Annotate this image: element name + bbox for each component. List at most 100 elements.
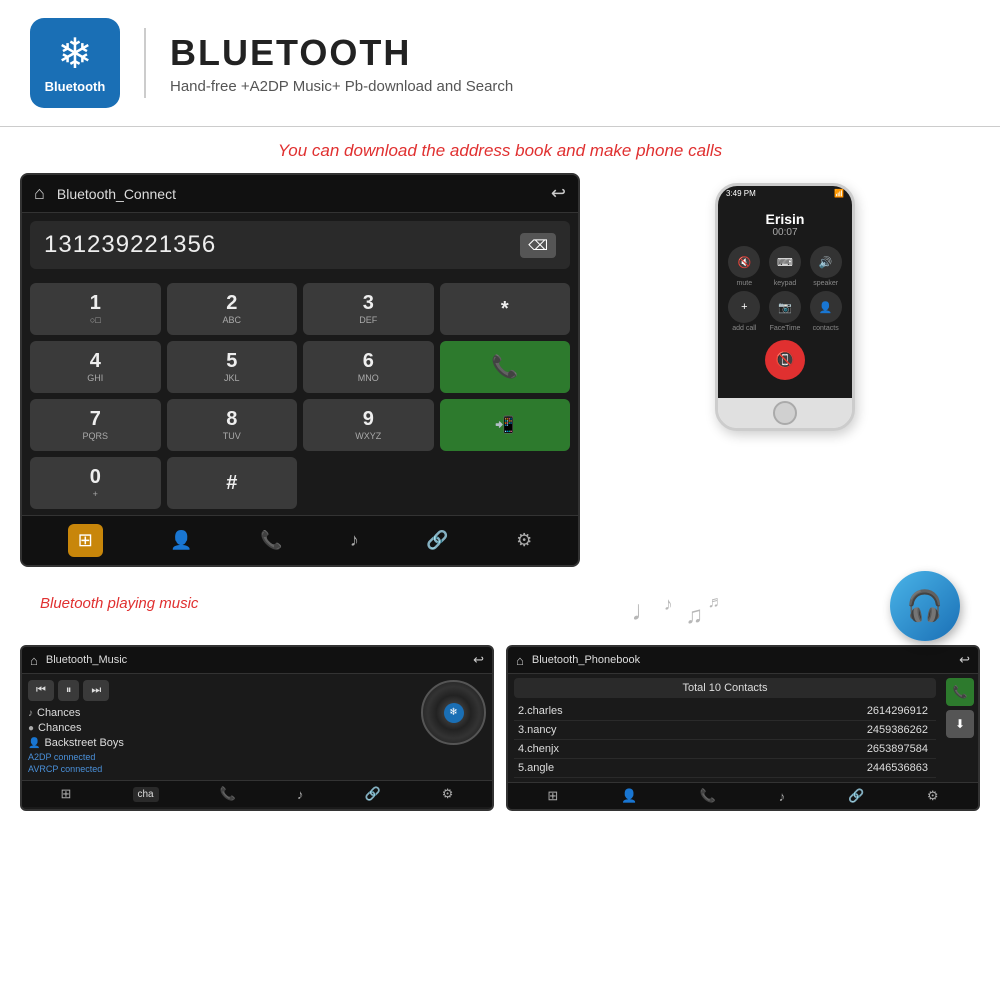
nav-music-icon[interactable]: ♪ [350, 530, 359, 551]
phonebook-title: Bluetooth_Phonebook [532, 654, 959, 666]
nav-grid-icon[interactable]: ⊞ [68, 524, 103, 557]
play-pause-button[interactable]: ⏸ [58, 680, 80, 701]
header-text: BLUETOOTH Hand-free +A2DP Music+ Pb-down… [170, 32, 513, 95]
music-nav-link-icon[interactable]: 🔗 [365, 786, 381, 802]
key-1[interactable]: 1○□ [30, 283, 161, 335]
music-notes-decoration: ♩ ♪ ♫ ♬ [465, 590, 890, 622]
phonebook-screen-wrap: ⌂ Bluetooth_Phonebook ↩ Total 10 Contact… [506, 645, 980, 811]
vinyl-disc: ❄ [421, 680, 486, 745]
page-title: BLUETOOTH [170, 32, 513, 74]
music-search-input[interactable]: cha [133, 787, 159, 802]
bluetooth-logo: ❄ Bluetooth [30, 18, 120, 108]
pb-home-icon[interactable]: ⌂ [516, 653, 524, 668]
music-car-screen: ⌂ Bluetooth_Music ↩ ⏮ ⏸ ⏭ ♪ Chances [20, 645, 494, 811]
music-bottom-nav: ⊞ cha 📞 ♪ 🔗 ⚙ [22, 780, 492, 807]
pb-back-icon[interactable]: ↩ [959, 652, 970, 668]
contact-row-2[interactable]: 3.nancy 2459386262 [514, 721, 936, 740]
phone-home-bar [718, 398, 852, 428]
music-playback-controls: ⏮ ⏸ ⏭ [28, 680, 415, 701]
a2dp-status: A2DP connected [28, 752, 415, 762]
nav-link-icon[interactable]: 🔗 [426, 530, 448, 551]
music-screen-title: Bluetooth_Music [46, 654, 473, 666]
pb-nav-contact-icon[interactable]: 👤 [621, 788, 637, 804]
contact-row-4[interactable]: 5.angle 2446536863 [514, 759, 936, 778]
music-back-icon[interactable]: ↩ [473, 652, 484, 668]
key-0[interactable]: 0+ [30, 457, 161, 509]
key-6[interactable]: 6MNO [303, 341, 434, 393]
artist-name: Backstreet Boys [44, 737, 123, 749]
key-9[interactable]: 9WXYZ [303, 399, 434, 451]
screen-title: Bluetooth_Connect [57, 186, 551, 202]
next-button[interactable]: ⏭ [83, 680, 109, 701]
avrcp-status: AVRCP connected [28, 764, 415, 774]
phonebook-topbar: ⌂ Bluetooth_Phonebook ↩ [508, 647, 978, 674]
key-2[interactable]: 2ABC [167, 283, 298, 335]
prev-button[interactable]: ⏮ [28, 680, 54, 701]
phonebook-list: Total 10 Contacts 2.charles 2614296912 3… [508, 674, 942, 782]
phone-mockup: 3:49 PM 📶 Erisin 00:07 🔇mute ⌨keypad 🔊sp… [715, 183, 855, 431]
end-call-button[interactable]: 📵 [765, 340, 805, 380]
music-note-3-icon: ♫ [685, 602, 703, 630]
artist-row: 👤 Backstreet Boys [28, 737, 415, 749]
contacts-button[interactable]: 👤 [810, 291, 842, 323]
pb-nav-music-icon[interactable]: ♪ [779, 789, 786, 804]
contact-row-1[interactable]: 2.charles 2614296912 [514, 702, 936, 721]
key-star[interactable]: * [440, 283, 571, 335]
keypad-button[interactable]: ⌨ [769, 246, 801, 278]
nav-contact-icon[interactable]: 👤 [170, 530, 192, 551]
keypad: 1○□ 2ABC 3DEF * 4GHI 5JKL 6MNO 📞 7PQRS 8… [22, 277, 578, 515]
nav-settings-icon[interactable]: ⚙ [516, 530, 532, 551]
pb-nav-grid-icon[interactable]: ⊞ [547, 788, 558, 804]
call-button[interactable]: 📞 [440, 341, 571, 393]
music-home-icon[interactable]: ⌂ [30, 653, 38, 668]
call-timer: 00:07 [726, 227, 844, 238]
screen-topbar: ⌂ Bluetooth_Connect ↩ [22, 175, 578, 213]
phone-screen: Erisin 00:07 🔇mute ⌨keypad 🔊speaker +add… [718, 201, 852, 398]
pb-nav-settings-icon[interactable]: ⚙ [927, 788, 939, 804]
speaker-button[interactable]: 🔊 [810, 246, 842, 278]
phonebook-content-area: Total 10 Contacts 2.charles 2614296912 3… [508, 674, 978, 782]
nav-phone-icon[interactable]: 📞 [260, 530, 282, 551]
key-7[interactable]: 7PQRS [30, 399, 161, 451]
track2-dot-icon: ● [28, 723, 34, 734]
track-1-row: ♪ Chances [28, 707, 415, 719]
logo-label: Bluetooth [45, 79, 106, 94]
key-hash[interactable]: # [167, 457, 298, 509]
key-3[interactable]: 3DEF [303, 283, 434, 335]
music-nav-grid-icon[interactable]: ⊞ [61, 786, 72, 802]
music-topbar: ⌂ Bluetooth_Music ↩ [22, 647, 492, 674]
phone-illustration: 3:49 PM 📶 Erisin 00:07 🔇mute ⌨keypad 🔊sp… [590, 173, 980, 431]
phone-number-display: 131239221356 [44, 231, 216, 259]
key-8[interactable]: 8TUV [167, 399, 298, 451]
pb-call-button[interactable]: 📞 [946, 678, 974, 706]
phonebook-bottom-nav: ⊞ 👤 📞 ♪ 🔗 ⚙ [508, 782, 978, 809]
phone-status-bar: 3:49 PM 📶 [718, 186, 852, 201]
call-back-button[interactable]: 📲 [440, 399, 571, 451]
music-content: ⏮ ⏸ ⏭ ♪ Chances ● Chances 👤 Backstree [22, 674, 492, 780]
pb-nav-link-icon[interactable]: 🔗 [848, 788, 864, 804]
home-icon[interactable]: ⌂ [34, 183, 45, 204]
phone-home-button[interactable] [773, 401, 797, 425]
music-note-4-icon: ♬ [708, 594, 724, 612]
music-nav-music-icon[interactable]: ♪ [297, 787, 304, 802]
key-5[interactable]: 5JKL [167, 341, 298, 393]
mute-button[interactable]: 🔇 [728, 246, 760, 278]
contact-row-3[interactable]: 4.chenjx 2653897584 [514, 740, 936, 759]
music-screen-wrap: ⌂ Bluetooth_Music ↩ ⏮ ⏸ ⏭ ♪ Chances [20, 645, 494, 811]
decoration-row: Bluetooth playing music ♩ ♪ ♫ ♬ 🎧 [0, 567, 1000, 645]
music-nav-settings-icon[interactable]: ⚙ [442, 786, 454, 802]
music-nav-phone-icon[interactable]: 📞 [220, 786, 236, 802]
delete-button[interactable]: ⌫ [520, 233, 556, 258]
phonebook-car-screen: ⌂ Bluetooth_Phonebook ↩ Total 10 Contact… [506, 645, 980, 811]
pb-download-button[interactable]: ⬇ [946, 710, 974, 738]
facetime-button[interactable]: 📷 [769, 291, 801, 323]
vinyl-bt-icon: ❄ [444, 703, 464, 723]
back-icon[interactable]: ↩ [551, 183, 566, 204]
caller-info: Erisin 00:07 [726, 211, 844, 238]
phone-call-buttons: 🔇mute ⌨keypad 🔊speaker +add call 📷FaceTi… [726, 246, 844, 332]
key-4[interactable]: 4GHI [30, 341, 161, 393]
main-screen-bottom-nav: ⊞ 👤 📞 ♪ 🔗 ⚙ [22, 515, 578, 565]
add-call-button[interactable]: + [728, 291, 760, 323]
main-car-screen: ⌂ Bluetooth_Connect ↩ 131239221356 ⌫ 1○□… [20, 173, 580, 567]
pb-nav-phone-icon[interactable]: 📞 [700, 788, 716, 804]
